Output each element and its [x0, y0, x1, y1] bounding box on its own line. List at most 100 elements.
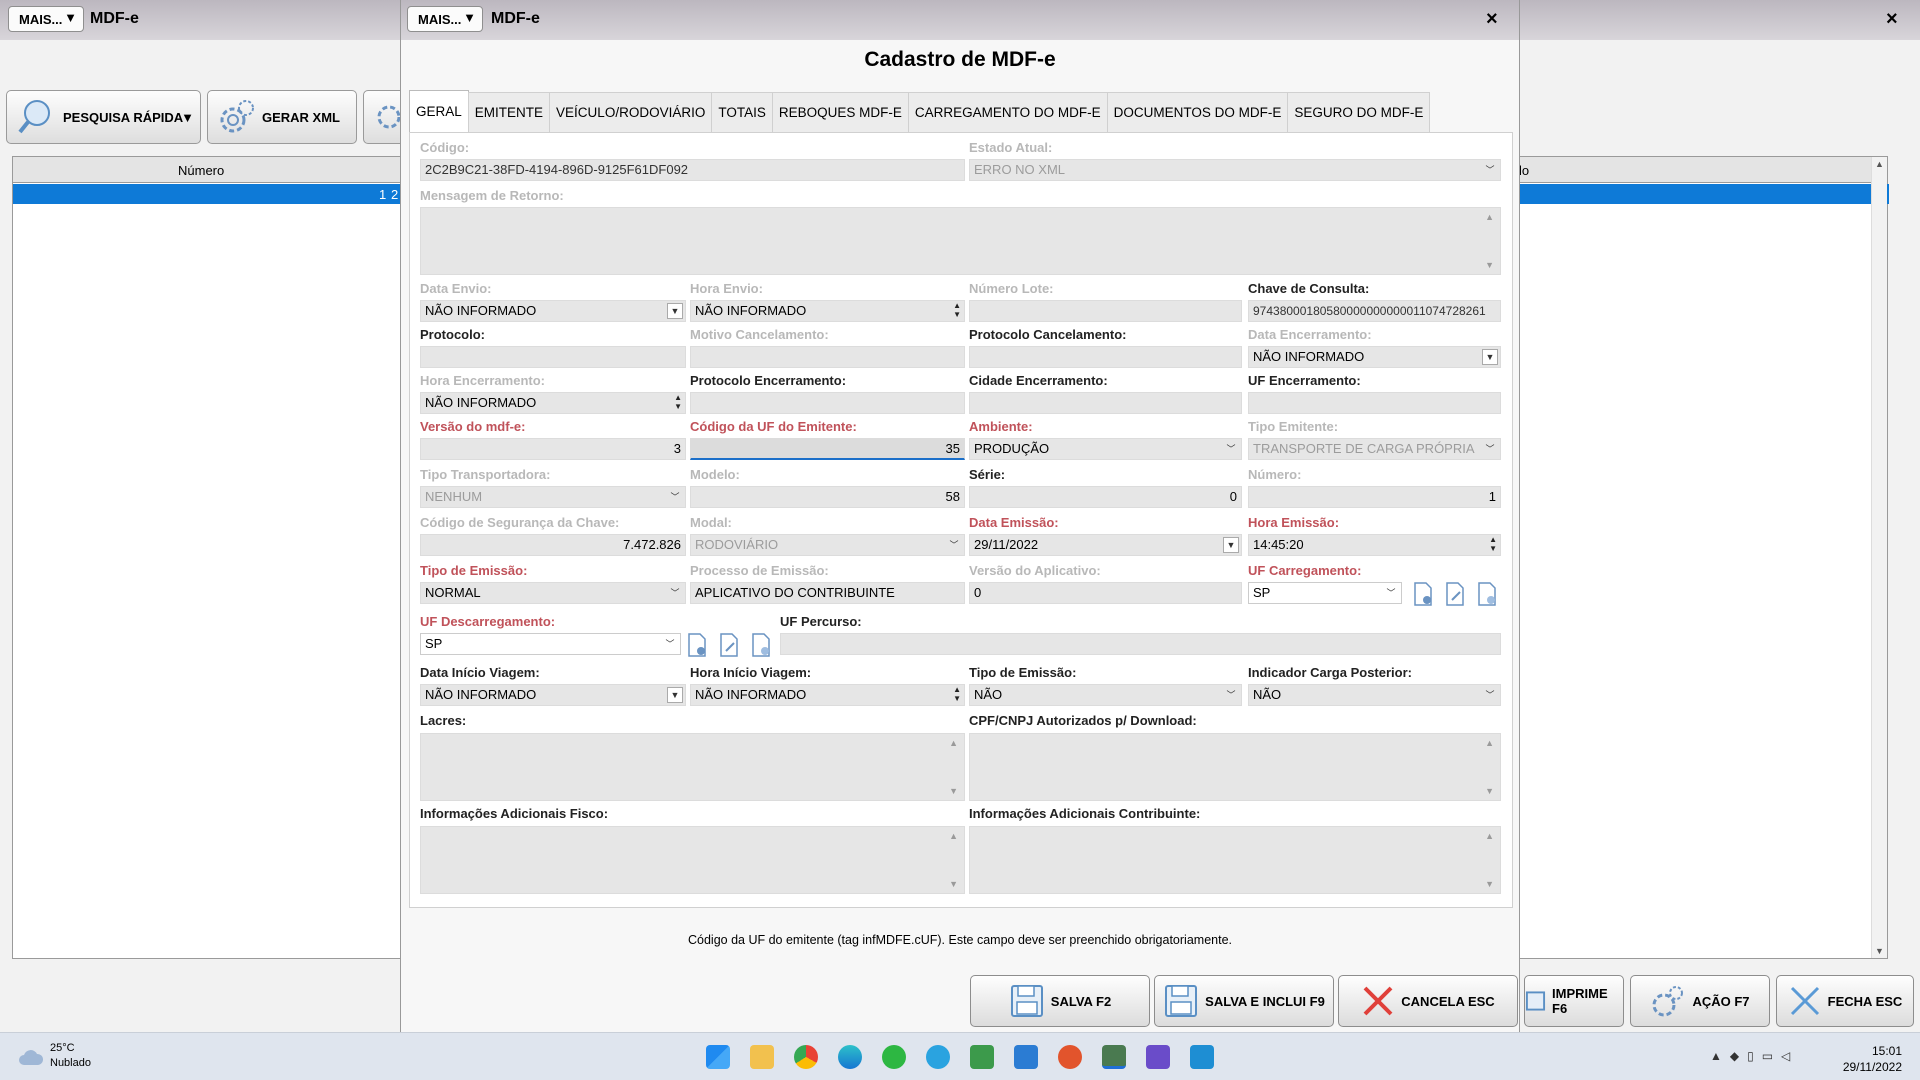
cpf-cnpj-textarea[interactable]: ▲ ▼ [969, 733, 1501, 801]
salva-inclui-button[interactable]: SALVA E INCLUI F9 [1154, 975, 1334, 1027]
codigo-field[interactable]: 2C2B9C21-38FD-4194-896D-9125F61DF092 [420, 159, 965, 181]
background-close-icon[interactable]: × [1886, 8, 1898, 31]
salva-button[interactable]: SALVA F2 [970, 975, 1150, 1027]
add-document-icon[interactable] [1412, 582, 1434, 606]
scroll-down-icon[interactable]: ▼ [949, 879, 958, 889]
motivo-cancelamento-field[interactable] [690, 346, 965, 368]
cancela-button[interactable]: CANCELA ESC [1338, 975, 1518, 1027]
scroll-down-icon[interactable]: ▼ [1485, 786, 1494, 796]
hora-encerramento-field[interactable]: NÃO INFORMADO ▲ ▼ [420, 392, 686, 414]
hora-envio-field[interactable]: NÃO INFORMADO ▲ ▼ [690, 300, 965, 322]
chrome-icon[interactable] [794, 1045, 818, 1069]
codigo-uf-emitente-field[interactable]: 35 [690, 438, 965, 460]
chave-consulta-field[interactable]: 97438000180580000000000011074728261 [1248, 300, 1501, 322]
hora-inicio-viagem-field[interactable]: NÃO INFORMADO ▲ ▼ [690, 684, 965, 706]
scroll-up-icon[interactable]: ▲ [949, 738, 958, 748]
file-explorer-icon[interactable] [750, 1045, 774, 1069]
calendar-dropdown-icon[interactable]: ▼ [667, 303, 683, 319]
tipo-transportadora-select[interactable]: NENHUM ﹀ [420, 486, 686, 508]
imprime-button[interactable]: IMPRIME F6 [1524, 975, 1624, 1027]
tab-documentos[interactable]: DOCUMENTOS DO MDF-E [1106, 92, 1289, 132]
app-icon[interactable] [1058, 1045, 1082, 1069]
scroll-up-icon[interactable]: ▲ [1875, 159, 1884, 169]
calendar-dropdown-icon[interactable]: ▼ [1223, 537, 1239, 553]
scroll-down-icon[interactable]: ▼ [949, 786, 958, 796]
add-document-icon[interactable] [686, 633, 708, 657]
column-header-numero[interactable]: Número [178, 163, 224, 178]
system-clock[interactable]: 15:01 29/11/2022 [1843, 1043, 1902, 1075]
processo-emissao-field[interactable]: APLICATIVO DO CONTRIBUINTE [690, 582, 965, 604]
calendar-dropdown-icon[interactable]: ▼ [1482, 349, 1498, 365]
tab-carregamento[interactable]: CARREGAMENTO DO MDF-E [907, 92, 1108, 132]
tab-totais[interactable]: TOTAIS [711, 92, 773, 132]
tab-emitente[interactable]: EMITENTE [467, 92, 551, 132]
uf-descarregamento-select[interactable]: SP ﹀ [420, 633, 681, 655]
edge-icon[interactable] [838, 1045, 862, 1069]
dialog-close-icon[interactable]: × [1486, 8, 1498, 31]
app-icon[interactable] [1146, 1045, 1170, 1069]
tab-reboques[interactable]: REBOQUES MDF-E [771, 92, 909, 132]
data-emissao-field[interactable]: 29/11/2022 ▼ [969, 534, 1242, 556]
spreadsheet-icon[interactable] [970, 1045, 994, 1069]
background-mais-button[interactable]: MAIS... ▼ [8, 6, 84, 32]
grid-scrollbar[interactable]: ▲ ▼ [1871, 157, 1887, 958]
whatsapp-icon[interactable] [882, 1045, 906, 1069]
spinner-icon[interactable]: ▲ ▼ [674, 393, 682, 411]
info-contribuinte-textarea[interactable]: ▲ ▼ [969, 826, 1501, 894]
modelo-field[interactable]: 58 [690, 486, 965, 508]
tipo-emissao-select[interactable]: NORMAL ﹀ [420, 582, 686, 604]
protocolo-cancelamento-field[interactable] [969, 346, 1242, 368]
data-inicio-viagem-field[interactable]: NÃO INFORMADO ▼ [420, 684, 686, 706]
numero-lote-field[interactable] [969, 300, 1242, 322]
fecha-button[interactable]: FECHA ESC [1776, 975, 1914, 1027]
windows-start-icon[interactable] [706, 1045, 730, 1069]
versao-aplicativo-field[interactable]: 0 [969, 582, 1242, 604]
tipo-emissao2-select[interactable]: NÃO ﹀ [969, 684, 1242, 706]
info-fisco-textarea[interactable]: ▲ ▼ [420, 826, 965, 894]
dialog-mais-button[interactable]: MAIS... ▼ [407, 6, 483, 32]
scroll-up-icon[interactable]: ▲ [949, 831, 958, 841]
tab-geral[interactable]: GERAL [409, 90, 469, 132]
calendar-dropdown-icon[interactable]: ▼ [667, 687, 683, 703]
telegram-icon[interactable] [926, 1045, 950, 1069]
indicador-carga-select[interactable]: NÃO ﹀ [1248, 684, 1501, 706]
uf-encerramento-field[interactable] [1248, 392, 1501, 414]
edit-document-icon[interactable] [718, 633, 740, 657]
serie-field[interactable]: 0 [969, 486, 1242, 508]
data-encerramento-field[interactable]: NÃO INFORMADO ▼ [1248, 346, 1501, 368]
versao-mdfe-field[interactable]: 3 [420, 438, 686, 460]
estado-atual-select[interactable]: ERRO NO XML ﹀ [969, 159, 1501, 181]
tab-veiculo-rodoviario[interactable]: VEÍCULO/RODOVIÁRIO [549, 92, 713, 132]
gerar-xml-button[interactable]: GERAR XML [207, 90, 357, 144]
cidade-encerramento-field[interactable] [969, 392, 1242, 414]
scroll-up-icon[interactable]: ▲ [1485, 212, 1494, 222]
scroll-down-icon[interactable]: ▼ [1485, 260, 1494, 270]
column-header-partial[interactable]: lo [1519, 163, 1529, 178]
weather-widget[interactable]: 25°C Nublado [50, 1041, 91, 1071]
modal-select[interactable]: RODOVIÁRIO ﹀ [690, 534, 965, 556]
codigo-seguranca-field[interactable]: 7.472.826 [420, 534, 686, 556]
acao-button[interactable]: AÇÃO F7 [1630, 975, 1770, 1027]
lacres-textarea[interactable]: ▲ ▼ [420, 733, 965, 801]
uf-carregamento-select[interactable]: SP ﹀ [1248, 582, 1402, 604]
scroll-up-icon[interactable]: ▲ [1485, 738, 1494, 748]
system-tray-icons[interactable]: ▲◆▯▭◁ [1710, 1049, 1798, 1063]
uf-percurso-field[interactable] [780, 633, 1501, 655]
tipo-emitente-select[interactable]: TRANSPORTE DE CARGA PRÓPRIA ﹀ [1248, 438, 1501, 460]
protocolo-field[interactable] [420, 346, 686, 368]
remove-document-icon[interactable] [750, 633, 772, 657]
pesquisa-rapida-button[interactable]: PESQUISA RÁPIDA ▼ [6, 90, 201, 144]
spinner-icon[interactable]: ▲ ▼ [953, 685, 961, 703]
protocolo-encerramento-field[interactable] [690, 392, 965, 414]
mensagem-retorno-textarea[interactable]: ▲ ▼ [420, 207, 1501, 275]
numero-field[interactable]: 1 [1248, 486, 1501, 508]
tab-seguro[interactable]: SEGURO DO MDF-E [1287, 92, 1431, 132]
remove-document-icon[interactable] [1476, 582, 1498, 606]
spinner-icon[interactable]: ▲ ▼ [1489, 535, 1497, 553]
active-app-icon[interactable] [1102, 1045, 1126, 1069]
scroll-down-icon[interactable]: ▼ [1485, 879, 1494, 889]
ambiente-select[interactable]: PRODUÇÃO ﹀ [969, 438, 1242, 460]
data-envio-field[interactable]: NÃO INFORMADO ▼ [420, 300, 686, 322]
cloud-icon[interactable] [18, 1047, 44, 1067]
scroll-up-icon[interactable]: ▲ [1485, 831, 1494, 841]
